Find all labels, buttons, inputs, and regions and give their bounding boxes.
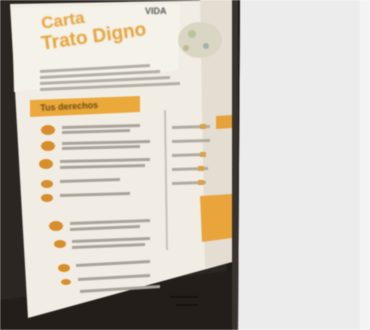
right-wall-shade <box>238 0 370 330</box>
photo-frame: VIDA Carta Trato Digno Tus derechos <box>0 0 370 330</box>
poster-orange-block <box>200 194 232 242</box>
poster-graphic <box>178 22 222 58</box>
poster-brand: VIDA <box>145 6 167 16</box>
